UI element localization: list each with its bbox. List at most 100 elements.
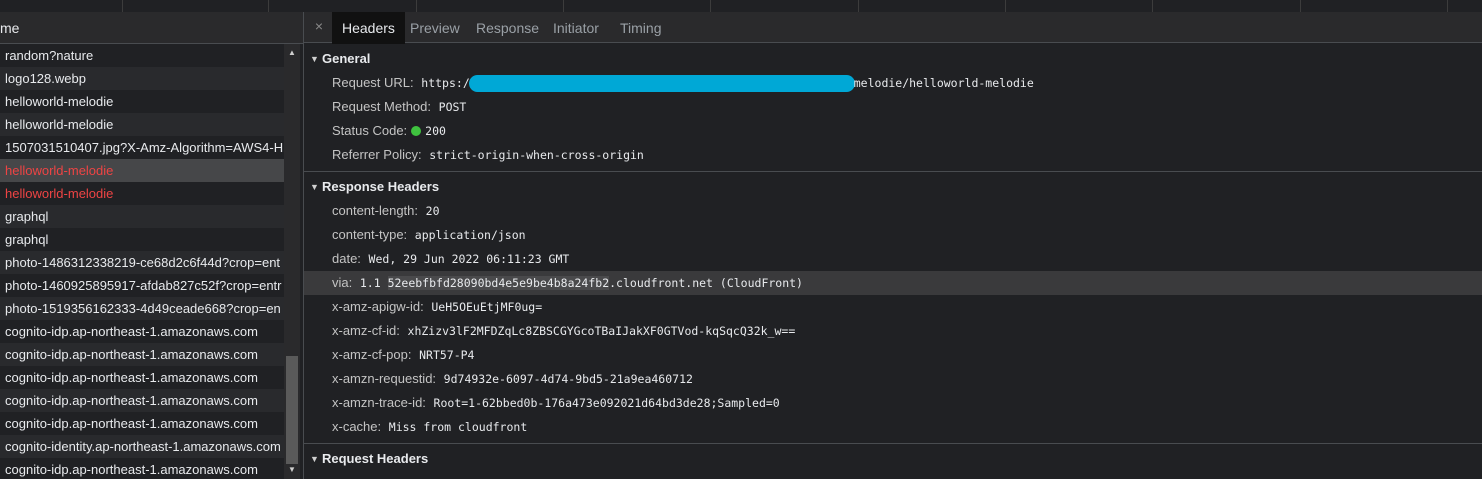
headers-content: ▼ General Request URL: https:/ melodie/he… [304, 43, 1482, 479]
request-headers-title: Request Headers [322, 451, 429, 466]
expand-triangle-icon[interactable]: ▼ [310, 47, 319, 71]
tab-headers[interactable]: Headers [332, 12, 405, 44]
header-row-cf-id: x-amz-cf-id: xhZizv3lF2MFDZqLc8ZBSCGYGco… [304, 319, 1482, 343]
via-suffix: .cloudfront.net (CloudFront) [609, 276, 803, 290]
request-row[interactable]: photo-1486312338219-ce68d2c6f44d?crop=en… [0, 251, 284, 274]
tab-response[interactable]: Response [466, 12, 549, 42]
request-row[interactable]: cognito-idp.ap-northeast-1.amazonaws.com [0, 389, 284, 412]
header-value: Root=1-62bbed0b-176a473e092021d64bd3de28… [433, 396, 780, 410]
request-row[interactable]: 1507031510407.jpg?X-Amz-Algorithm=AWS4-H [0, 136, 284, 159]
timeline-gridline [563, 0, 564, 12]
header-row-content-type: content-type: application/json [304, 223, 1482, 247]
timeline-gridline [122, 0, 123, 12]
request-row[interactable]: cognito-idp.ap-northeast-1.amazonaws.com [0, 343, 284, 366]
request-row[interactable]: cognito-idp.ap-northeast-1.amazonaws.com [0, 458, 284, 479]
timeline-gridline [1447, 0, 1448, 12]
header-row-trace-id: x-amzn-trace-id: Root=1-62bbed0b-176a473… [304, 391, 1482, 415]
request-list: random?nature logo128.webp helloworld-melo… [0, 44, 284, 479]
request-url-row: Request URL: https:/ melodie/helloworld-m… [304, 71, 1482, 95]
header-row-requestid: x-amzn-requestid: 9d74932e-6097-4d74-9bd… [304, 367, 1482, 391]
expand-triangle-icon[interactable]: ▼ [310, 175, 319, 199]
header-key: x-cache: [332, 419, 382, 434]
header-row-content-length: content-length: 20 [304, 199, 1482, 223]
header-row-via: via: 1.1 52eebfbfd28090bd4e5e9be4b8a24fb… [304, 271, 1482, 295]
status-code-row: Status Code: 200 [304, 119, 1482, 143]
request-row[interactable]: helloworld-melodie [0, 159, 284, 182]
header-value: Wed, 29 Jun 2022 06:11:23 GMT [368, 252, 570, 266]
timeline-gridline [416, 0, 417, 12]
timeline-gridline [1005, 0, 1006, 12]
header-key: x-amzn-trace-id: [332, 395, 426, 410]
details-tabbar: × Headers Preview Response Initiator Tim… [304, 12, 1482, 44]
header-row-date: date: Wed, 29 Jun 2022 06:11:23 GMT [304, 247, 1482, 271]
timeline-gridline [710, 0, 711, 12]
header-value: NRT57-P4 [419, 348, 475, 362]
header-key: content-length: [332, 203, 419, 218]
request-row[interactable]: helloworld-melodie [0, 182, 284, 205]
request-row[interactable]: logo128.webp [0, 67, 284, 90]
header-key: x-amz-cf-id: [332, 323, 400, 338]
header-value: UeH5OEuEtjMF0ug= [431, 300, 543, 314]
request-method-value: POST [438, 100, 467, 114]
response-headers-section-header[interactable]: ▼ Response Headers [304, 175, 1482, 199]
request-list-panel: me random?nature logo128.webp helloworld-m… [0, 12, 304, 479]
header-key: content-type: [332, 227, 408, 242]
request-headers-section-header[interactable]: ▼ Request Headers [304, 447, 1482, 471]
request-row[interactable]: helloworld-melodie [0, 113, 284, 136]
timeline-gridline [268, 0, 269, 12]
request-row[interactable]: photo-1460925895917-afdab827c52f?crop=en… [0, 274, 284, 297]
request-details-panel: × Headers Preview Response Initiator Tim… [304, 12, 1482, 479]
request-row[interactable]: cognito-idp.ap-northeast-1.amazonaws.com [0, 320, 284, 343]
referrer-policy-value: strict-origin-when-cross-origin [429, 148, 644, 162]
header-key: x-amz-cf-pop: [332, 347, 412, 362]
tab-timing[interactable]: Timing [610, 12, 672, 42]
close-icon[interactable]: × [312, 18, 326, 34]
header-row-x-cache: x-cache: Miss from cloudfront [304, 415, 1482, 439]
timeline-gridline [1152, 0, 1153, 12]
header-value: 9d74932e-6097-4d74-9bd5-21a9ea460712 [443, 372, 693, 386]
request-row[interactable]: cognito-idp.ap-northeast-1.amazonaws.com [0, 412, 284, 435]
timeline-gridline [1300, 0, 1301, 12]
name-column-header[interactable]: me [0, 12, 303, 44]
via-highlight: 52eebfbfd28090bd4e5e9be4b8a24fb2 [387, 276, 610, 290]
general-section-title: General [322, 51, 371, 66]
request-row[interactable]: helloworld-melodie [0, 90, 284, 113]
tab-initiator[interactable]: Initiator [543, 12, 609, 42]
header-value: Miss from cloudfront [388, 420, 528, 434]
request-method-row: Request Method: POST [304, 95, 1482, 119]
header-key: date: [332, 251, 361, 266]
status-code-key: Status Code: [332, 123, 408, 138]
header-key: via: [332, 275, 353, 290]
via-prefix: 1.1 [359, 276, 388, 290]
header-key: x-amz-apigw-id: [332, 299, 424, 314]
timeline-gridline [858, 0, 859, 12]
response-headers-title: Response Headers [322, 179, 440, 194]
request-url-key: Request URL: [332, 75, 414, 90]
header-key: x-amzn-requestid: [332, 371, 437, 386]
header-value: application/json [414, 228, 526, 242]
header-row-cf-pop: x-amz-cf-pop: NRT57-P4 [304, 343, 1482, 367]
request-row[interactable]: graphql [0, 228, 284, 251]
scroll-up-icon[interactable]: ▲ [284, 46, 300, 60]
header-row-apigw-id: x-amz-apigw-id: UeH5OEuEtjMF0ug= [304, 295, 1482, 319]
section-divider [304, 171, 1482, 172]
scroll-down-icon[interactable]: ▼ [284, 463, 300, 477]
scrollbar-thumb[interactable] [286, 356, 298, 464]
status-ok-icon [411, 125, 422, 136]
request-url-suffix: melodie/helloworld-melodie [853, 76, 1034, 90]
status-code-value: 200 [425, 124, 446, 138]
request-row[interactable]: cognito-idp.ap-northeast-1.amazonaws.com [0, 366, 284, 389]
request-list-scrollbar[interactable]: ▲ ▼ [284, 44, 300, 479]
general-section-header[interactable]: ▼ General [304, 47, 1482, 71]
referrer-policy-key: Referrer Policy: [332, 147, 422, 162]
request-url-prefix: https:/ [421, 76, 470, 90]
request-row[interactable]: random?nature [0, 44, 284, 67]
header-value: 20 [425, 204, 440, 218]
expand-triangle-icon[interactable]: ▼ [310, 447, 319, 471]
request-row[interactable]: graphql [0, 205, 284, 228]
request-url-value: https:/ melodie/helloworld-melodie [421, 75, 1034, 92]
section-divider [304, 443, 1482, 444]
request-row[interactable]: photo-1519356162333-4d49ceade668?crop=en [0, 297, 284, 320]
tab-preview[interactable]: Preview [400, 12, 470, 42]
request-row[interactable]: cognito-identity.ap-northeast-1.amazonaw… [0, 435, 284, 458]
